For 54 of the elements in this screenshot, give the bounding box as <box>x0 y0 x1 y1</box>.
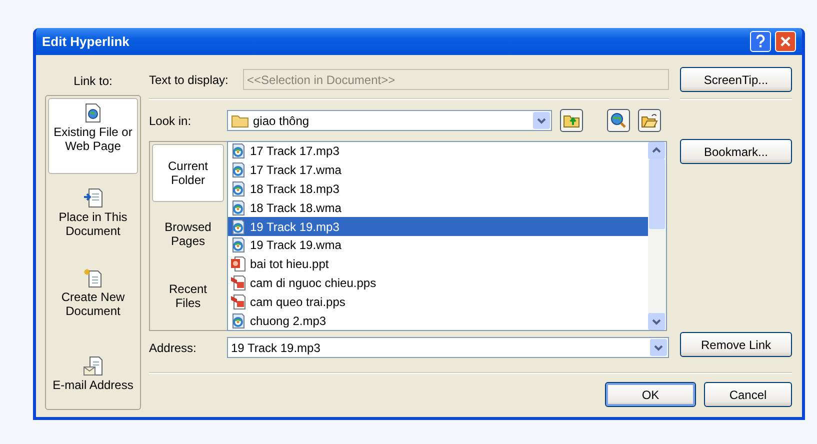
file-list-item[interactable]: 17 Track 17.mp3 <box>228 142 648 161</box>
file-list-item[interactable]: chuong 2.mp3 <box>228 311 648 330</box>
email-icon <box>83 356 103 376</box>
remove-link-button[interactable]: Remove Link <box>680 332 792 357</box>
web-search-button[interactable] <box>607 109 630 132</box>
link-to-label: Link to: <box>74 74 112 88</box>
browse-tab[interactable]: Browsed Pages <box>158 214 218 254</box>
open-folder-icon <box>641 113 658 128</box>
up-folder-button[interactable] <box>560 109 583 132</box>
slideshow-file-icon <box>230 274 246 291</box>
address-field[interactable]: 19 Track 19.mp3 <box>227 337 669 358</box>
audio-file-icon <box>230 237 246 254</box>
window-title: Edit Hyperlink <box>42 32 130 51</box>
file-list-item[interactable]: cam di nguoc chieu.pps <box>228 274 648 292</box>
scroll-down-icon[interactable] <box>648 313 665 330</box>
link-type-item[interactable]: Existing File or Web Page <box>48 98 138 174</box>
file-list-item[interactable]: 18 Track 18.wma <box>228 198 648 218</box>
document-arrow-icon <box>83 188 103 208</box>
folder-up-icon <box>563 113 580 128</box>
screentip-button[interactable]: ScreenTip... <box>680 67 792 92</box>
link-type-item[interactable]: Create New Document <box>48 264 138 322</box>
file-list-item[interactable]: cam queo trai.pps <box>228 292 648 312</box>
address-label: Address: <box>149 340 198 356</box>
scroll-thumb[interactable] <box>649 159 665 229</box>
audio-file-icon <box>230 162 246 178</box>
slideshow-file-icon <box>230 294 246 310</box>
folder-icon <box>231 114 249 128</box>
look-in-dropdown[interactable]: giao thông <box>227 110 552 131</box>
look-in-label: Look in: <box>149 112 192 130</box>
globe-document-icon <box>84 103 102 123</box>
file-list-item[interactable]: 17 Track 17.wma <box>228 160 648 180</box>
file-list-item[interactable]: 19 Track 19.wma <box>228 236 648 255</box>
scroll-up-icon[interactable] <box>648 142 665 159</box>
audio-file-icon <box>230 180 246 197</box>
globe-search-icon <box>610 112 627 129</box>
ok-button[interactable]: OK <box>605 382 696 407</box>
audio-file-icon <box>230 200 246 216</box>
presentation-file-icon <box>230 256 246 272</box>
browse-folder-button[interactable] <box>638 109 661 132</box>
scrollbar[interactable] <box>648 142 666 330</box>
browse-tab[interactable]: Recent Files <box>158 276 218 316</box>
new-document-icon <box>83 268 103 288</box>
file-list-item[interactable]: bai tot hieu.ppt <box>228 254 648 274</box>
link-type-item[interactable]: E-mail Address <box>48 352 138 407</box>
help-button[interactable] <box>750 31 771 52</box>
cancel-button[interactable]: Cancel <box>704 382 792 407</box>
close-button[interactable] <box>775 31 796 52</box>
browse-tab[interactable]: Current Folder <box>152 144 224 202</box>
file-list-item[interactable]: 18 Track 18.mp3 <box>228 180 648 198</box>
bookmark-button[interactable]: Bookmark... <box>680 139 792 164</box>
audio-file-icon <box>230 218 246 235</box>
file-list-item[interactable]: 19 Track 19.mp3 <box>228 217 648 236</box>
link-type-item[interactable]: Place in This Document <box>48 184 138 242</box>
text-to-display-label: Text to display: <box>149 72 230 88</box>
